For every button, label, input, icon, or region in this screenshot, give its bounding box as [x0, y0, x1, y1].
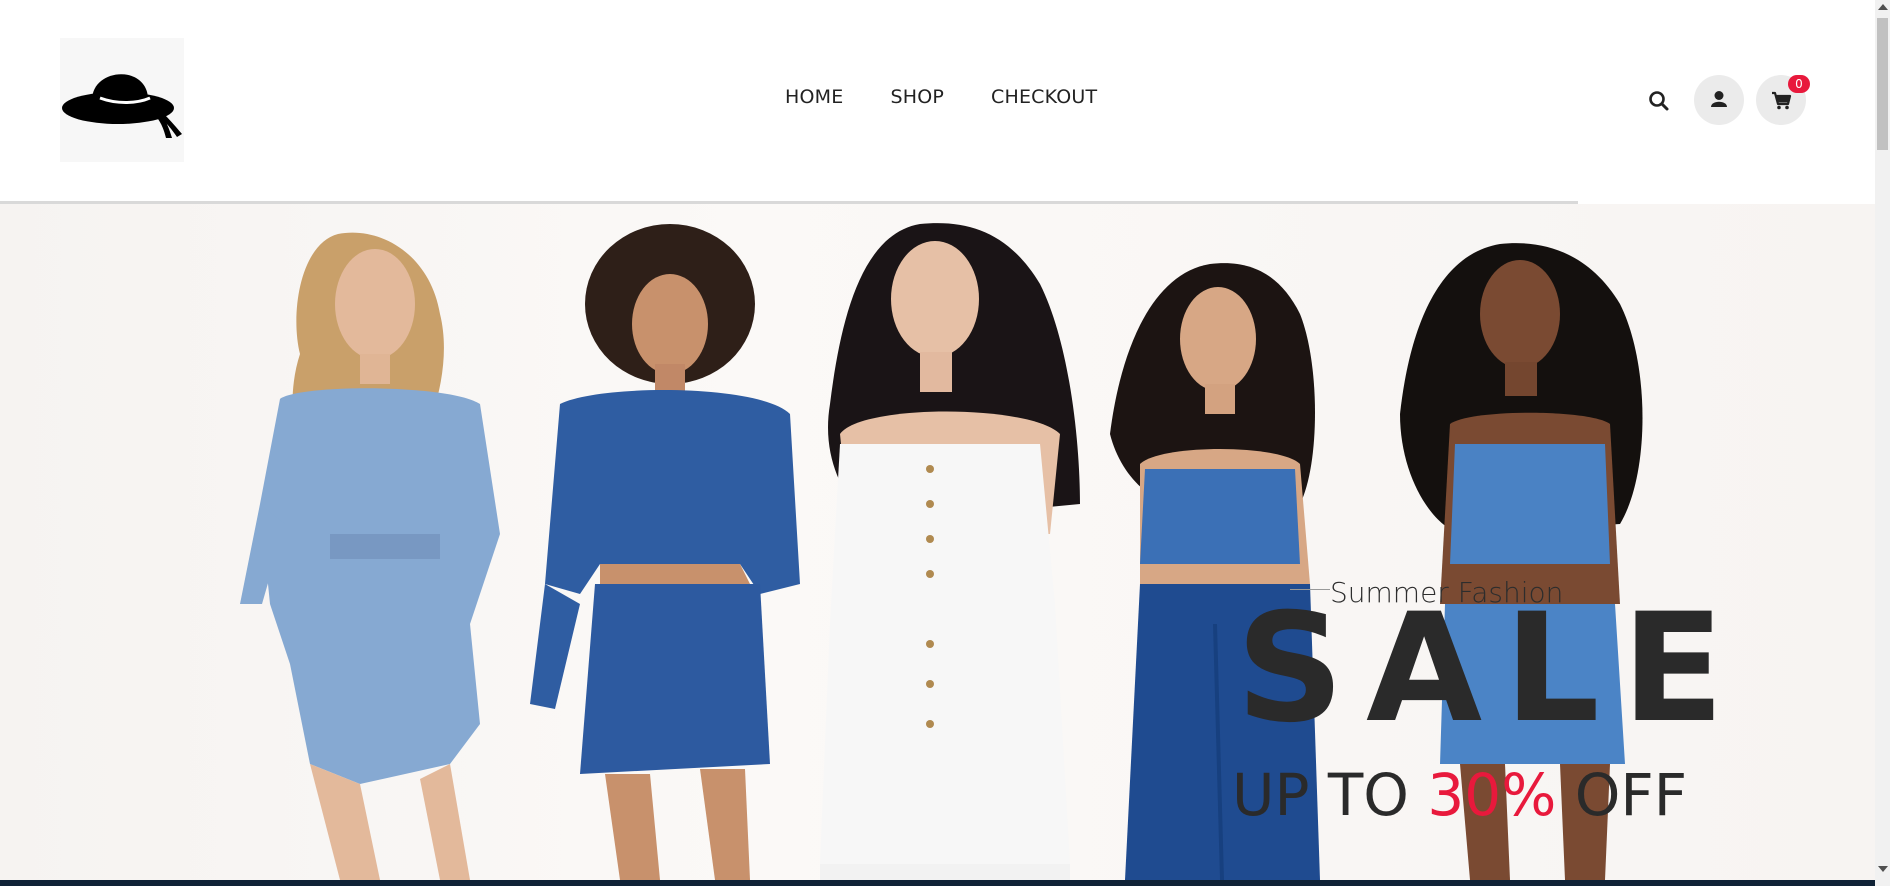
user-icon	[1711, 91, 1727, 107]
hero-offer: UP TO 30% OFF	[1232, 764, 1687, 826]
hero-text-block: Summer Fashion SALE UP TO 30% OFF	[0, 204, 1875, 880]
bottom-bar	[0, 880, 1875, 886]
scroll-up-arrow-icon[interactable]	[1878, 4, 1888, 10]
site-header: HOME SHOP CHECKOUT 0	[0, 0, 1875, 204]
main-nav: HOME SHOP CHECKOUT	[785, 86, 1097, 108]
hero-banner[interactable]: Summer Fashion SALE UP TO 30% OFF	[0, 204, 1875, 880]
logo-hat[interactable]	[60, 38, 184, 162]
hat-logo-icon	[62, 74, 182, 138]
scrollbar-thumb[interactable]	[1877, 18, 1888, 150]
cart-count-badge: 0	[1788, 75, 1810, 93]
account-button[interactable]	[1694, 75, 1744, 125]
offer-prefix: UP TO	[1232, 761, 1428, 829]
nav-shop[interactable]: SHOP	[890, 86, 944, 108]
nav-checkout[interactable]: CHECKOUT	[991, 86, 1097, 108]
scroll-down-arrow-icon[interactable]	[1878, 866, 1888, 872]
offer-suffix: OFF	[1556, 761, 1688, 829]
offer-percent: 30%	[1427, 761, 1557, 829]
nav-home[interactable]: HOME	[785, 86, 843, 108]
hero-title: SALE	[1236, 582, 1747, 756]
search-button[interactable]	[1644, 86, 1674, 116]
search-icon	[1649, 91, 1669, 111]
